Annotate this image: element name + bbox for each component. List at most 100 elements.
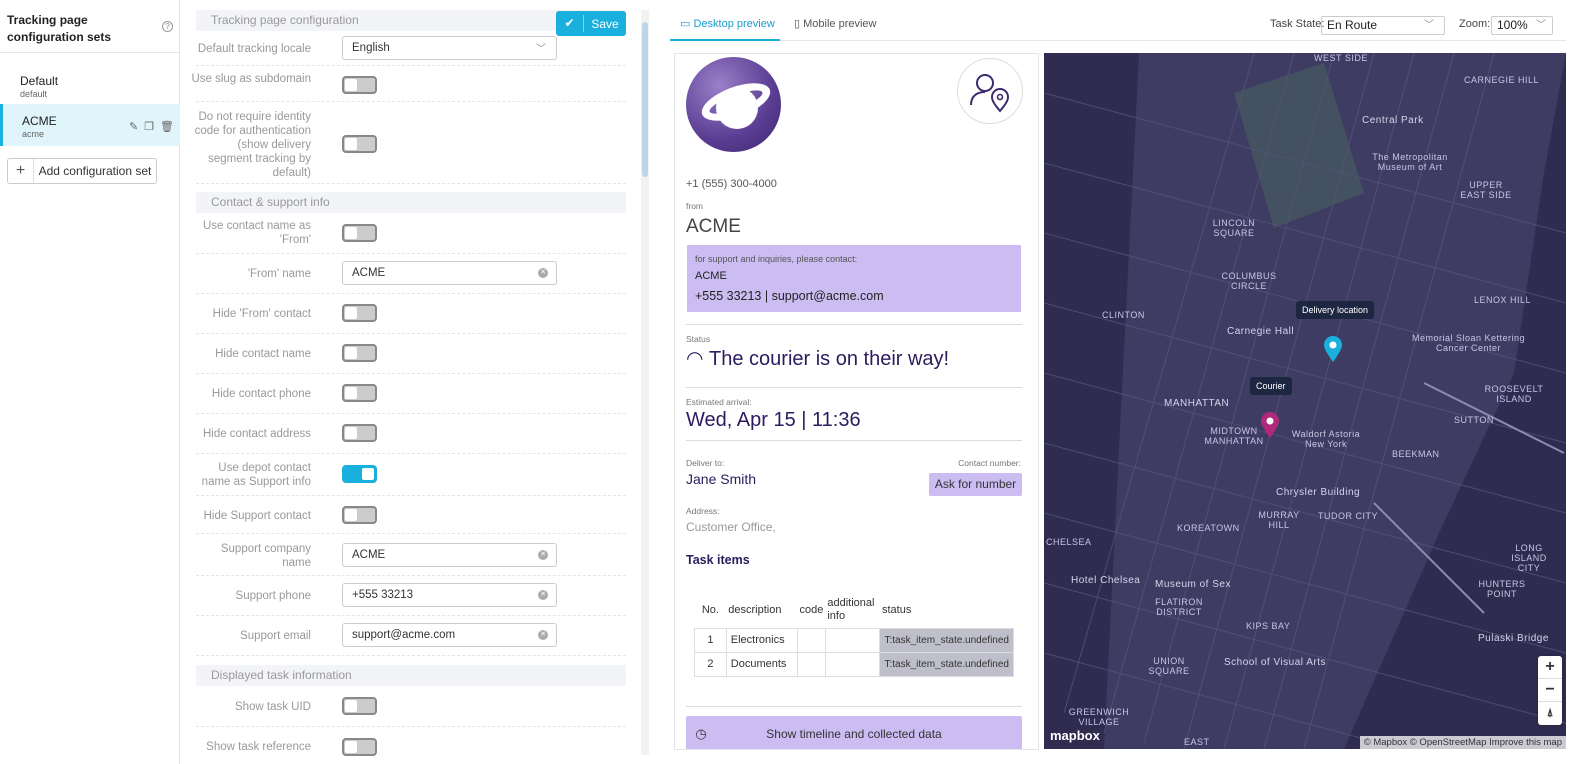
item-info xyxy=(824,627,881,653)
sidebar-item-acme[interactable]: ACME acme ✎ ❐ 🗑 xyxy=(0,104,180,146)
item-status: T:task_item_state.undefined xyxy=(879,651,1014,677)
field-label: Default tracking locale xyxy=(197,43,311,55)
hide-from-toggle[interactable] xyxy=(342,304,377,322)
map-label: COLUMBUS CIRCLE xyxy=(1221,271,1277,291)
hide-support-toggle[interactable] xyxy=(342,506,377,524)
ask-for-number-button[interactable]: Ask for number xyxy=(929,473,1022,496)
delivery-pin-icon[interactable] xyxy=(1323,335,1343,363)
map-label: Hotel Chelsea xyxy=(1071,575,1141,586)
map-label: The Metropolitan Museum of Art xyxy=(1372,152,1448,172)
map-label: Museum of Sex xyxy=(1155,579,1231,590)
field-row: Support phone +555 33213 ✕ xyxy=(196,576,626,616)
timeline-label: Show timeline and collected data xyxy=(766,726,942,741)
save-button[interactable]: ✔ Save xyxy=(556,11,626,36)
contact-as-from-toggle[interactable] xyxy=(342,224,377,242)
task-state-label: Task State: xyxy=(1270,18,1325,30)
hide-name-toggle[interactable] xyxy=(342,344,377,362)
locale-value: English xyxy=(352,42,390,54)
field-row: Show task reference xyxy=(196,727,626,764)
deliver-name: Jane Smith xyxy=(686,471,757,487)
field-label: Show task reference xyxy=(206,741,311,753)
sidebar-item-default[interactable]: Default default xyxy=(0,64,180,106)
map-label: UNION SQUARE xyxy=(1148,656,1190,676)
item-description: Documents xyxy=(725,651,799,677)
support-email-value: support@acme.com xyxy=(352,629,456,641)
edit-icon[interactable]: ✎ xyxy=(129,120,138,133)
locale-select[interactable]: English ﹀ xyxy=(342,36,557,60)
config-set-slug: default xyxy=(20,89,48,99)
from-name-input[interactable]: ACME ✕ xyxy=(342,261,557,285)
tab-mobile-preview[interactable]: ▯ Mobile preview xyxy=(794,11,894,41)
field-row: Use contact name as 'From' xyxy=(196,214,626,254)
item-code xyxy=(797,651,826,677)
scrollbar-thumb[interactable] xyxy=(642,22,648,177)
depot-support-toggle[interactable] xyxy=(342,465,377,483)
config-set-slug: acme xyxy=(22,129,45,139)
tab-desktop-preview[interactable]: ▭ Desktop preview xyxy=(670,11,780,41)
column-header: status xyxy=(881,604,912,617)
clear-icon[interactable]: ✕ xyxy=(538,268,548,278)
support-email-input[interactable]: support@acme.com ✕ xyxy=(342,623,557,647)
map-label: TUDOR CITY xyxy=(1318,511,1378,521)
zoom-in-button[interactable]: + xyxy=(1538,656,1562,679)
add-config-set-button[interactable]: + Add configuration set xyxy=(7,158,157,184)
support-company-input[interactable]: ACME ✕ xyxy=(342,543,557,567)
clear-icon[interactable]: ✕ xyxy=(538,590,548,600)
map-attribution[interactable]: © Mapbox © OpenStreetMap Improve this ma… xyxy=(1359,736,1566,749)
hide-phone-toggle[interactable] xyxy=(342,384,377,402)
map-label: MANHATTAN xyxy=(1164,398,1230,409)
use-slug-toggle[interactable] xyxy=(342,76,377,94)
map-label: Pulaski Bridge xyxy=(1478,633,1549,644)
field-label: Do not require identity code for authent… xyxy=(194,111,311,179)
field-label: Use slug as subdomain xyxy=(191,73,311,85)
address-label: Address: xyxy=(686,506,720,516)
divider xyxy=(686,706,1022,707)
map-view[interactable]: WEST SIDE CARNEGIE HILL Central Park The… xyxy=(1044,53,1566,749)
column-header: description xyxy=(728,604,782,617)
show-uid-toggle[interactable] xyxy=(342,697,377,715)
config-scrollbar[interactable] xyxy=(641,10,649,755)
courier-pin-icon[interactable] xyxy=(1260,411,1280,439)
item-no: 1 xyxy=(694,627,727,653)
map-label: Carnegie Hall xyxy=(1227,326,1295,337)
hide-address-toggle[interactable] xyxy=(342,424,377,442)
map-label: KIPS BAY xyxy=(1246,621,1291,631)
divider xyxy=(686,440,1022,441)
task-items-table: No. description code additional info sta… xyxy=(694,593,1014,677)
contact-number-label: Contact number: xyxy=(958,458,1021,468)
divider xyxy=(0,52,180,53)
map-label: EAST xyxy=(1184,737,1210,747)
task-state-value: En Route xyxy=(1327,18,1378,32)
config-sets-sidebar: Tracking page configuration sets ? Defau… xyxy=(0,0,180,764)
status-text: The courier is on their way! xyxy=(709,348,950,370)
field-label: Support phone xyxy=(235,590,311,602)
compass-icon[interactable]: ⍋ xyxy=(1538,702,1562,725)
support-phone-input[interactable]: +555 33213 ✕ xyxy=(342,583,557,607)
mapbox-logo: mapbox xyxy=(1050,728,1100,743)
plus-icon: + xyxy=(8,159,34,183)
section-header: Displayed task information xyxy=(196,665,626,686)
clear-icon[interactable]: ✕ xyxy=(538,630,548,640)
field-label: Support company name xyxy=(220,543,311,569)
map-label: Waldorf Astoria New York xyxy=(1291,429,1361,449)
no-identity-toggle[interactable] xyxy=(342,135,377,153)
section-header: Contact & support info xyxy=(196,192,626,213)
zoom-select[interactable]: 100% ﹀ xyxy=(1491,16,1553,35)
trash-icon[interactable]: 🗑 xyxy=(160,120,174,133)
check-icon: ✔ xyxy=(556,15,584,32)
map-label: MURRAY HILL xyxy=(1258,510,1300,530)
field-label: Hide contact address xyxy=(202,428,311,440)
zoom-out-button[interactable]: − xyxy=(1538,679,1562,702)
courier-tooltip: Courier xyxy=(1250,377,1292,395)
copy-icon[interactable]: ❐ xyxy=(144,120,154,133)
field-label: Hide 'From' contact xyxy=(212,308,311,320)
person-location-icon xyxy=(957,58,1023,124)
field-label: Hide contact name xyxy=(215,348,311,360)
show-ref-toggle[interactable] xyxy=(342,738,377,756)
clear-icon[interactable]: ✕ xyxy=(538,550,548,560)
item-code xyxy=(797,627,826,653)
column-header: code xyxy=(799,604,824,617)
task-state-select[interactable]: En Route ﹀ xyxy=(1321,16,1445,35)
show-timeline-button[interactable]: ◷ Show timeline and collected data xyxy=(686,716,1022,749)
question-icon[interactable]: ? xyxy=(162,21,173,32)
